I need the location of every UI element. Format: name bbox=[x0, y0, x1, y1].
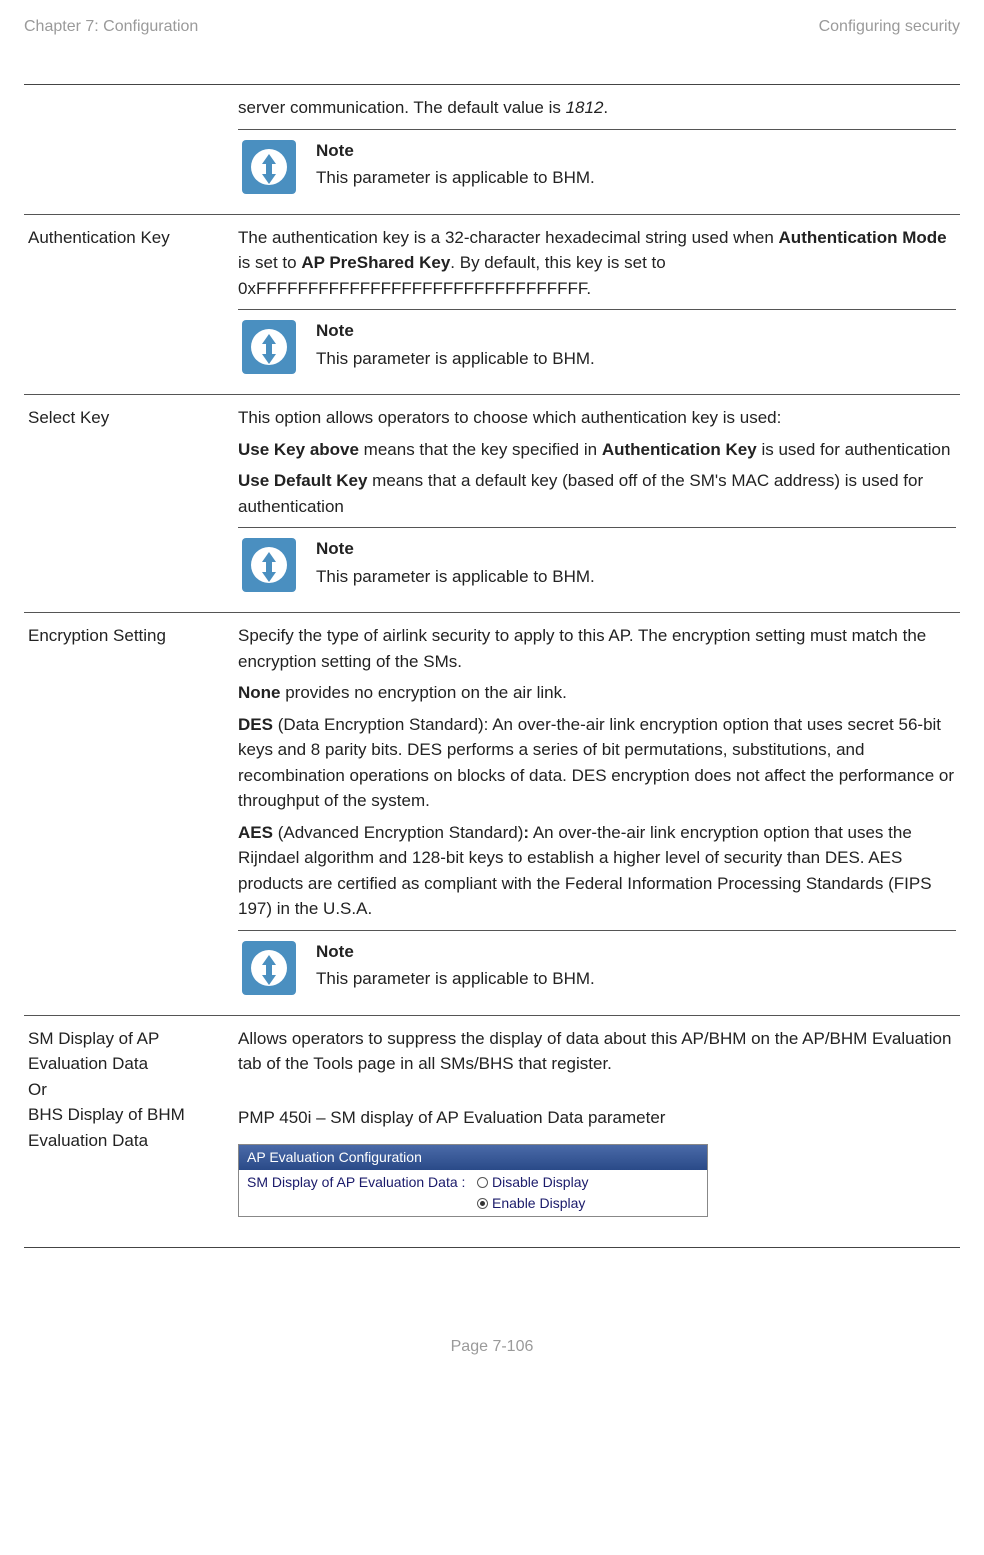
note-callout: Note This parameter is applicable to BHM… bbox=[238, 309, 956, 384]
radio-option-disable[interactable]: Disable Display bbox=[477, 1172, 699, 1193]
note-title: Note bbox=[316, 138, 956, 164]
desc-line: This option allows operators to choose w… bbox=[238, 405, 956, 431]
note-icon bbox=[242, 941, 296, 995]
text: The authentication key is a 32-character… bbox=[238, 228, 779, 247]
text-bold: None bbox=[238, 683, 281, 702]
note-content: Note This parameter is applicable to BHM… bbox=[316, 534, 956, 589]
text: means that the key specified in bbox=[359, 440, 602, 459]
param-label-empty bbox=[24, 85, 234, 214]
note-title: Note bbox=[316, 536, 956, 562]
param-desc: This option allows operators to choose w… bbox=[234, 395, 960, 612]
table-row: server communication. The default value … bbox=[24, 85, 960, 215]
radio-label: Enable Display bbox=[492, 1193, 585, 1214]
note-title: Note bbox=[316, 318, 956, 344]
ap-eval-config-widget: AP Evaluation Configuration SM Display o… bbox=[238, 1144, 956, 1217]
label-line: SM Display of AP Evaluation Data bbox=[28, 1026, 222, 1077]
param-label: SM Display of AP Evaluation Data Or BHS … bbox=[24, 1016, 234, 1248]
page-header: Chapter 7: Configuration Configuring sec… bbox=[24, 18, 960, 36]
text-bold: Use Default Key bbox=[238, 471, 367, 490]
page-footer: Page 7-106 bbox=[24, 1338, 960, 1356]
table-row: SM Display of AP Evaluation Data Or BHS … bbox=[24, 1016, 960, 1248]
table-row: Authentication Key The authentication ke… bbox=[24, 215, 960, 396]
table-row: Encryption Setting Specify the type of a… bbox=[24, 613, 960, 1016]
note-icon bbox=[242, 538, 296, 592]
param-desc: The authentication key is a 32-character… bbox=[234, 215, 960, 395]
note-icon bbox=[242, 140, 296, 194]
ap-eval-body: SM Display of AP Evaluation Data : Disab… bbox=[239, 1170, 707, 1216]
text-bold: Authentication Mode bbox=[779, 228, 947, 247]
note-callout: Note This parameter is applicable to BHM… bbox=[238, 930, 956, 1005]
radio-option-enable[interactable]: Enable Display bbox=[477, 1193, 699, 1214]
note-text: This parameter is applicable to BHM. bbox=[316, 346, 956, 372]
text: . bbox=[603, 98, 608, 117]
text-bold: Authentication Key bbox=[602, 440, 757, 459]
ap-eval-field-label: SM Display of AP Evaluation Data : bbox=[247, 1172, 477, 1193]
desc-line: Use Key above means that the key specifi… bbox=[238, 437, 956, 463]
text-bold: DES bbox=[238, 715, 273, 734]
note-content: Note This parameter is applicable to BHM… bbox=[316, 136, 956, 191]
header-right: Configuring security bbox=[819, 18, 960, 36]
text: provides no encryption on the air link. bbox=[281, 683, 567, 702]
radio-icon bbox=[477, 1198, 488, 1209]
desc-line: Use Default Key means that a default key… bbox=[238, 468, 956, 519]
ap-eval-title: AP Evaluation Configuration bbox=[239, 1145, 707, 1170]
text-bold: AES bbox=[238, 823, 273, 842]
desc-line: None provides no encryption on the air l… bbox=[238, 680, 956, 706]
radio-icon bbox=[477, 1177, 488, 1188]
note-content: Note This parameter is applicable to BHM… bbox=[316, 937, 956, 992]
note-title: Note bbox=[316, 939, 956, 965]
desc-line: AES (Advanced Encryption Standard): An o… bbox=[238, 820, 956, 922]
note-content: Note This parameter is applicable to BHM… bbox=[316, 316, 956, 371]
text: is set to bbox=[238, 253, 301, 272]
default-value: 1812 bbox=[566, 98, 604, 117]
param-label: Encryption Setting bbox=[24, 613, 234, 1015]
text: server communication. The default value … bbox=[238, 98, 566, 117]
note-callout: Note This parameter is applicable to BHM… bbox=[238, 129, 956, 204]
note-callout: Note This parameter is applicable to BHM… bbox=[238, 527, 956, 602]
parameter-table: server communication. The default value … bbox=[24, 84, 960, 1248]
text-bold: Use Key above bbox=[238, 440, 359, 459]
desc-line: PMP 450i – SM display of AP Evaluation D… bbox=[238, 1105, 956, 1131]
param-label: Select Key bbox=[24, 395, 234, 612]
param-desc: Allows operators to suppress the display… bbox=[234, 1016, 960, 1248]
desc-line: DES (Data Encryption Standard): An over-… bbox=[238, 712, 956, 814]
desc-line: The authentication key is a 32-character… bbox=[238, 225, 956, 302]
desc-line: Specify the type of airlink security to … bbox=[238, 623, 956, 674]
desc-line: server communication. The default value … bbox=[238, 95, 956, 121]
param-label: Authentication Key bbox=[24, 215, 234, 395]
note-text: This parameter is applicable to BHM. bbox=[316, 966, 956, 992]
header-left: Chapter 7: Configuration bbox=[24, 18, 198, 36]
note-icon bbox=[242, 320, 296, 374]
label-line: Or bbox=[28, 1077, 222, 1103]
label-line: BHS Display of BHM Evaluation Data bbox=[28, 1102, 222, 1153]
text: (Advanced Encryption Standard) bbox=[273, 823, 523, 842]
ap-eval-options: Disable Display Enable Display bbox=[477, 1172, 699, 1214]
note-text: This parameter is applicable to BHM. bbox=[316, 564, 956, 590]
text: is used for authentication bbox=[757, 440, 951, 459]
note-text: This parameter is applicable to BHM. bbox=[316, 165, 956, 191]
ap-eval-config-box: AP Evaluation Configuration SM Display o… bbox=[238, 1144, 708, 1217]
radio-label: Disable Display bbox=[492, 1172, 588, 1193]
param-desc: Specify the type of airlink security to … bbox=[234, 613, 960, 1015]
param-desc: server communication. The default value … bbox=[234, 85, 960, 214]
table-row: Select Key This option allows operators … bbox=[24, 395, 960, 613]
text: (Data Encryption Standard): An over-the-… bbox=[238, 715, 954, 811]
text-bold: AP PreShared Key bbox=[301, 253, 450, 272]
desc-line: Allows operators to suppress the display… bbox=[238, 1026, 956, 1077]
